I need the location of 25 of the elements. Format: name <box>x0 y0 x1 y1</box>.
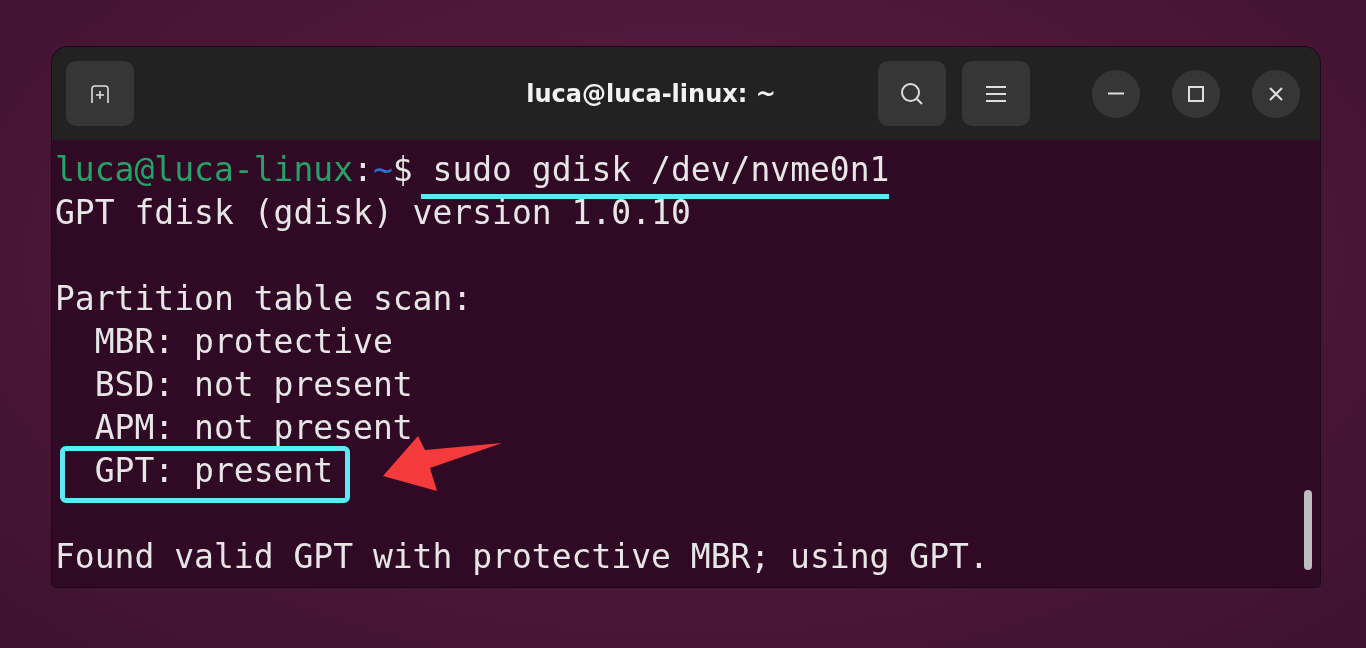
menu-button[interactable] <box>962 61 1030 126</box>
new-tab-icon <box>90 83 110 104</box>
command-text: sudo gdisk /dev/nvme0n1 <box>432 150 890 189</box>
new-tab-button[interactable] <box>66 61 134 126</box>
search-button[interactable] <box>878 61 946 126</box>
prompt-symbol: $ <box>392 150 413 189</box>
prompt-separator: : <box>353 150 373 189</box>
output-text: Partition table scan: <box>55 279 473 318</box>
prompt-user: luca@luca-linux <box>55 150 353 189</box>
minimize-button[interactable] <box>1092 69 1140 118</box>
scrollbar-thumb[interactable] <box>1304 490 1312 570</box>
minimize-icon <box>1108 92 1124 95</box>
output-text: APM: not present <box>93 408 413 447</box>
window-title: luca@luca-linux: ~ <box>525 79 777 108</box>
menu-icon <box>985 83 1007 104</box>
close-button[interactable] <box>1252 69 1300 118</box>
output-text: MBR: protective <box>93 322 393 361</box>
close-icon <box>1268 85 1284 102</box>
maximize-button[interactable] <box>1172 69 1220 118</box>
output-text: Found valid GPT with protective MBR; using GPT. <box>55 537 989 576</box>
maximize-icon <box>1188 85 1204 102</box>
output-text: GPT: present <box>93 451 334 490</box>
output-text: GPT fdisk (gdisk) version 1.0.10 <box>55 193 691 232</box>
output-text: BSD: not present <box>93 365 413 404</box>
prompt-path: ~ <box>372 150 393 189</box>
